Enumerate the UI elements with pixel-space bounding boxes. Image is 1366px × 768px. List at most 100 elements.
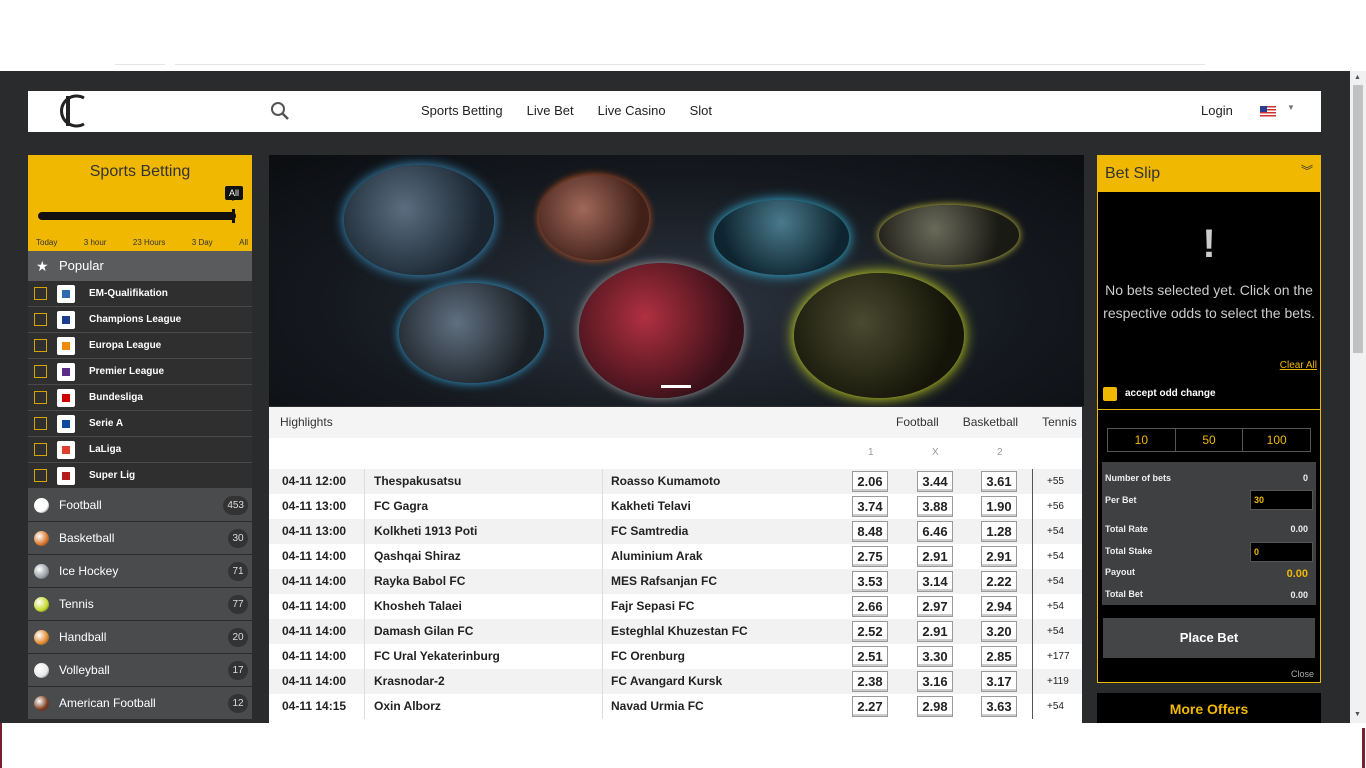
league-item[interactable]: LaLiga (28, 437, 252, 463)
league-checkbox[interactable] (34, 287, 47, 300)
odd-draw-button[interactable]: 2.98 (917, 696, 953, 717)
league-item[interactable]: EM-Qualifikation (28, 281, 252, 307)
odd-away-button[interactable]: 3.61 (981, 471, 1017, 492)
chevron-down-icon[interactable]: ︾ (1301, 162, 1313, 179)
more-markets-link[interactable]: +55 (1047, 469, 1064, 494)
search-icon[interactable] (270, 101, 290, 121)
time-filter-slider[interactable] (38, 212, 236, 220)
league-item[interactable]: Super Lig (28, 463, 252, 489)
tab-basketball[interactable]: Basketball (963, 415, 1018, 429)
more-markets-link[interactable]: +54 (1047, 569, 1064, 594)
tab-football[interactable]: Football (896, 415, 939, 429)
total-stake-input[interactable]: 0 (1250, 542, 1313, 562)
league-checkbox[interactable] (34, 391, 47, 404)
odd-home-button[interactable]: 2.38 (852, 671, 888, 692)
odd-away-button[interactable]: 3.17 (981, 671, 1017, 692)
sport-item[interactable]: Tennis 77 (28, 588, 252, 621)
odd-away-button[interactable]: 2.22 (981, 571, 1017, 592)
odd-home-button[interactable]: 2.51 (852, 646, 888, 667)
league-checkbox[interactable] (34, 443, 47, 456)
divider (602, 544, 603, 569)
league-item[interactable]: Premier League (28, 359, 252, 385)
odd-draw-button[interactable]: 3.88 (917, 496, 953, 517)
stake-10-button[interactable]: 10 (1108, 429, 1176, 451)
odd-away-button[interactable]: 2.94 (981, 596, 1017, 617)
clear-all-link[interactable]: Clear All (1280, 360, 1317, 371)
sport-item[interactable]: Ice Hockey 71 (28, 555, 252, 588)
odd-away-button[interactable]: 3.63 (981, 696, 1017, 717)
more-markets-link[interactable]: +119 (1047, 669, 1069, 694)
sport-item[interactable]: Handball 20 (28, 621, 252, 654)
league-item[interactable]: Europa League (28, 333, 252, 359)
more-markets-link[interactable]: +54 (1047, 619, 1064, 644)
more-markets-link[interactable]: +54 (1047, 544, 1064, 569)
league-checkbox[interactable] (34, 339, 47, 352)
odd-home-button[interactable]: 2.06 (852, 471, 888, 492)
sport-item[interactable]: American Football 12 (28, 687, 252, 720)
us-flag-icon[interactable] (1260, 106, 1276, 117)
odd-away-button[interactable]: 3.20 (981, 621, 1017, 642)
league-item[interactable]: Serie A (28, 411, 252, 437)
nav-live-casino[interactable]: Live Casino (598, 103, 666, 118)
stake-50-button[interactable]: 50 (1176, 429, 1244, 451)
league-checkbox[interactable] (34, 469, 47, 482)
more-offers-button[interactable]: More Offers (1097, 693, 1321, 723)
odd-away-button[interactable]: 1.90 (981, 496, 1017, 517)
slider-handle[interactable] (232, 209, 235, 223)
tick-label: All (239, 238, 248, 247)
league-item[interactable]: Bundesliga (28, 385, 252, 411)
page-scrollbar[interactable]: ▲ ▼ (1350, 71, 1366, 723)
nav-live-bet[interactable]: Live Bet (527, 103, 574, 118)
league-item[interactable]: Champions League (28, 307, 252, 333)
promo-banner[interactable] (269, 155, 1084, 406)
league-checkbox[interactable] (34, 313, 47, 326)
carousel-indicator[interactable] (661, 385, 691, 388)
close-link[interactable]: Close (1291, 669, 1314, 679)
stake-100-button[interactable]: 100 (1243, 429, 1310, 451)
site-logo[interactable] (54, 92, 92, 130)
per-bet-input[interactable]: 30 (1250, 490, 1313, 510)
match-row: 04-11 14:00 Rayka Babol FC MES Rafsanjan F… (269, 569, 1082, 594)
more-markets-link[interactable]: +54 (1047, 519, 1064, 544)
sport-item[interactable]: Basketball 30 (28, 522, 252, 555)
more-markets-link[interactable]: +177 (1047, 644, 1070, 669)
sport-item[interactable]: Volleyball 17 (28, 654, 252, 687)
odd-draw-button[interactable]: 3.44 (917, 471, 953, 492)
odd-home-button[interactable]: 2.52 (852, 621, 888, 642)
login-link[interactable]: Login (1201, 103, 1233, 118)
bet-slip-header[interactable]: Bet Slip ︾ (1098, 156, 1320, 192)
nav-sports-betting[interactable]: Sports Betting (421, 103, 503, 118)
odd-draw-button[interactable]: 6.46 (917, 521, 953, 542)
sport-item[interactable]: Football 453 (28, 489, 252, 522)
scroll-up-icon[interactable]: ▲ (1354, 74, 1361, 81)
odd-away-button[interactable]: 2.91 (981, 546, 1017, 567)
more-markets-link[interactable]: +56 (1047, 494, 1064, 519)
divider (364, 494, 365, 519)
odd-home-button[interactable]: 3.53 (852, 571, 888, 592)
odd-away-button[interactable]: 1.28 (981, 521, 1017, 542)
odd-home-button[interactable]: 3.74 (852, 496, 888, 517)
popular-header[interactable]: ★ Popular (28, 251, 252, 281)
odd-draw-button[interactable]: 3.14 (917, 571, 953, 592)
scrollbar-thumb[interactable] (1353, 85, 1363, 353)
language-dropdown-icon[interactable]: ▼ (1287, 103, 1295, 112)
odd-draw-button[interactable]: 2.91 (917, 621, 953, 642)
odd-draw-button[interactable]: 2.97 (917, 596, 953, 617)
more-markets-link[interactable]: +54 (1047, 594, 1064, 619)
scroll-down-icon[interactable]: ▼ (1354, 711, 1361, 718)
odd-home-button[interactable]: 2.27 (852, 696, 888, 717)
more-markets-link[interactable]: +54 (1047, 694, 1064, 719)
place-bet-button[interactable]: Place Bet (1103, 618, 1315, 658)
odd-home-button[interactable]: 2.66 (852, 596, 888, 617)
odd-away-button[interactable]: 2.85 (981, 646, 1017, 667)
accept-odd-change-checkbox[interactable] (1103, 387, 1117, 401)
odd-draw-button[interactable]: 3.16 (917, 671, 953, 692)
tab-tennis[interactable]: Tennis (1042, 415, 1077, 429)
odd-home-button[interactable]: 2.75 (852, 546, 888, 567)
nav-slot[interactable]: Slot (690, 103, 712, 118)
odd-draw-button[interactable]: 2.91 (917, 546, 953, 567)
odd-home-button[interactable]: 8.48 (852, 521, 888, 542)
league-checkbox[interactable] (34, 365, 47, 378)
league-checkbox[interactable] (34, 417, 47, 430)
odd-draw-button[interactable]: 3.30 (917, 646, 953, 667)
